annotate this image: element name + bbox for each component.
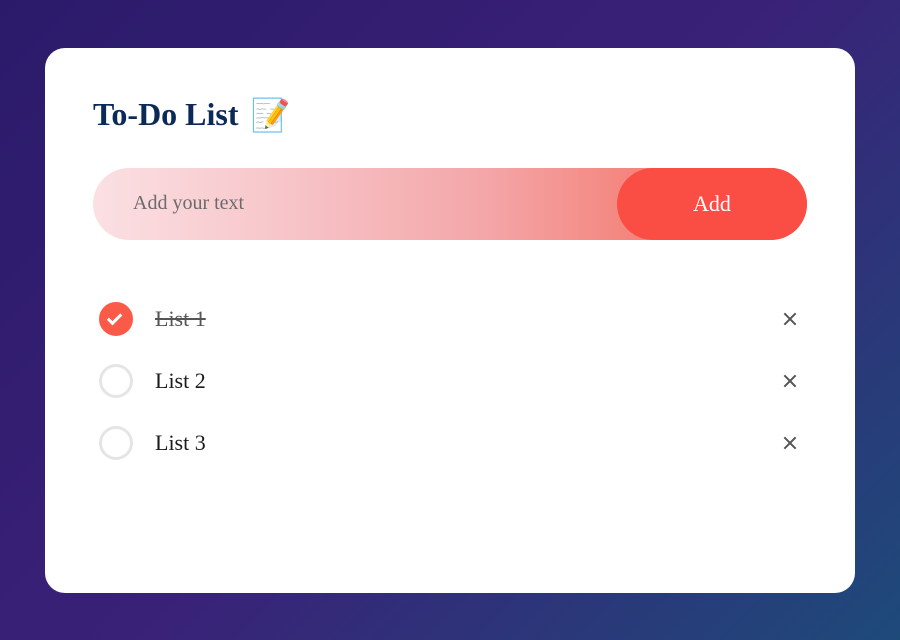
task-label: List 1	[155, 306, 757, 332]
list-item: List 3	[99, 412, 807, 474]
check-toggle[interactable]	[99, 364, 133, 398]
page-title: To-Do List 📝	[93, 96, 807, 134]
list-item: List 1	[99, 288, 807, 350]
task-label: List 2	[155, 368, 757, 394]
add-button[interactable]: Add	[617, 168, 807, 240]
close-icon[interactable]	[779, 432, 801, 454]
close-icon[interactable]	[779, 370, 801, 392]
task-list: List 1 List 2 List 3	[93, 288, 807, 474]
close-icon[interactable]	[779, 308, 801, 330]
input-row: Add	[93, 168, 807, 240]
list-item: List 2	[99, 350, 807, 412]
new-task-input[interactable]	[93, 192, 617, 215]
notepad-icon: 📝	[251, 96, 291, 134]
check-icon	[107, 309, 123, 325]
check-toggle[interactable]	[99, 302, 133, 336]
check-toggle[interactable]	[99, 426, 133, 460]
title-text: To-Do List	[93, 96, 239, 133]
todo-card: To-Do List 📝 Add List 1 List 2 List 3	[45, 48, 855, 593]
task-label: List 3	[155, 430, 757, 456]
